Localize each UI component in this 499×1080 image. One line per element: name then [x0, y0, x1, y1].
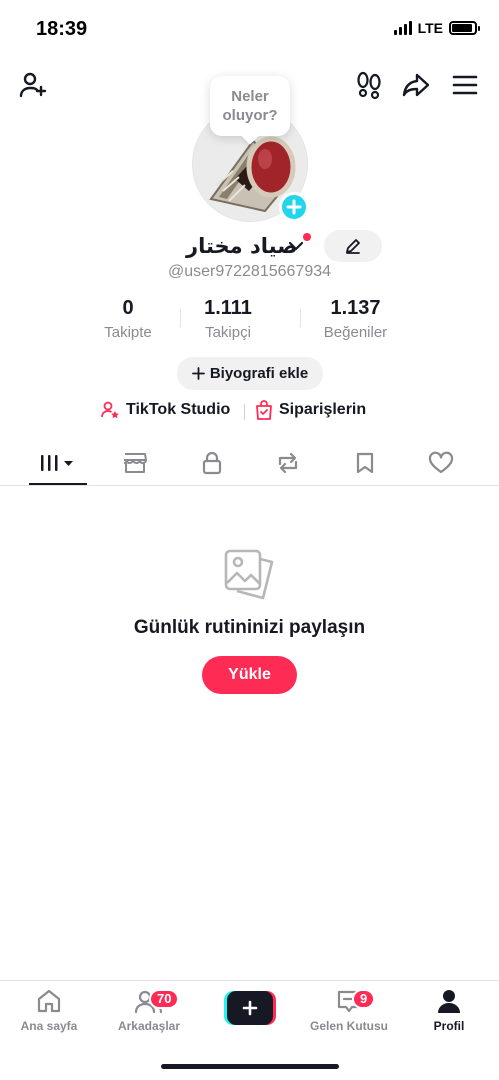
- stat-divider: [300, 309, 301, 327]
- pencil-icon: [346, 239, 360, 254]
- stat-value: 0: [122, 297, 134, 319]
- stat-value: 1.111: [204, 297, 252, 319]
- stat-label: Takipçi: [205, 324, 251, 341]
- status-indicators: LTE: [393, 20, 480, 36]
- add-story-button[interactable]: [279, 192, 309, 222]
- stat-following[interactable]: 0 Takipte: [88, 297, 168, 343]
- edit-profile-button[interactable]: [324, 230, 382, 262]
- nav-profile[interactable]: Profil: [404, 987, 494, 1033]
- tab-videos[interactable]: [29, 440, 87, 486]
- stat-value: 1.137: [330, 297, 381, 319]
- home-indicator: [161, 1064, 339, 1069]
- stat-divider: [180, 309, 181, 327]
- username: @user9722815667934: [167, 263, 332, 280]
- home-icon: [37, 989, 61, 1013]
- stat-followers[interactable]: 1.111 Takipçi: [168, 297, 288, 343]
- orders-label: Siparişlerin: [279, 401, 367, 418]
- chevron-down-icon[interactable]: [288, 240, 304, 252]
- profile-icon: [438, 990, 460, 1013]
- photos-icon: [224, 549, 274, 600]
- tab-reposts[interactable]: [268, 440, 308, 486]
- active-tab-indicator: [29, 483, 87, 485]
- friends-badge: 70: [149, 989, 180, 1009]
- name-row: صياد مختار: [0, 232, 499, 262]
- tab-shop[interactable]: [115, 440, 155, 486]
- profile-links: TikTok Studio Siparişlerin: [0, 400, 499, 424]
- nav-inbox-label: Gelen Kutusu: [309, 1019, 388, 1033]
- tab-private[interactable]: [192, 440, 232, 486]
- stat-label: Takipte: [104, 324, 152, 341]
- plus-icon: [242, 1000, 258, 1016]
- content-tabs: [0, 440, 499, 486]
- signal-icon: [393, 21, 412, 35]
- notification-dot: [303, 233, 311, 241]
- stat-likes[interactable]: 1.137 Beğeniler: [288, 297, 423, 343]
- add-bio-label: Biyografi ekle: [209, 365, 309, 382]
- videos-grid-icon: [41, 455, 73, 471]
- add-friend-icon[interactable]: [16, 68, 50, 102]
- battery-icon: [449, 21, 480, 35]
- create-button[interactable]: [224, 991, 276, 1025]
- inbox-badge: 9: [352, 989, 376, 1009]
- share-icon[interactable]: [399, 68, 433, 102]
- upload-button[interactable]: Yükle: [202, 656, 297, 694]
- repost-icon: [278, 452, 298, 474]
- shopping-bag-icon: [256, 400, 272, 420]
- nav-profile-label: Profil: [433, 1019, 465, 1033]
- nav-inbox[interactable]: Gelen Kutusu 9: [304, 987, 394, 1033]
- create-button-face: [227, 991, 273, 1025]
- tiktok-studio-link[interactable]: TikTok Studio: [100, 400, 230, 420]
- lock-icon: [202, 451, 222, 475]
- shop-icon: [123, 453, 147, 473]
- nav-friends[interactable]: Arkadaşlar 70: [104, 987, 194, 1033]
- footprints-icon[interactable]: [352, 68, 386, 102]
- status-bar: 18:39 LTE: [0, 0, 499, 60]
- nav-home[interactable]: Ana sayfa: [4, 987, 94, 1033]
- tab-saved[interactable]: [345, 440, 385, 486]
- empty-state-title: Günlük rutininizi paylaşın: [133, 617, 366, 638]
- links-divider: [244, 404, 245, 420]
- nav-home-label: Ana sayfa: [20, 1019, 78, 1033]
- plus-icon: [191, 367, 205, 380]
- story-bubble[interactable]: Neler oluyor?: [210, 76, 290, 136]
- stat-label: Beğeniler: [323, 324, 388, 341]
- studio-icon: [101, 401, 119, 419]
- nav-friends-label: Arkadaşlar: [117, 1019, 181, 1033]
- profile-stats: 0 Takipte 1.111 Takipçi 1.137 Beğeniler: [88, 297, 423, 343]
- network-type: LTE: [417, 20, 443, 36]
- bookmark-icon: [356, 452, 374, 474]
- menu-icon[interactable]: [448, 68, 482, 102]
- tab-liked[interactable]: [421, 440, 461, 486]
- display-name[interactable]: صياد مختار: [186, 234, 298, 258]
- studio-label: TikTok Studio: [126, 401, 231, 418]
- add-bio-button[interactable]: Biyografi ekle: [177, 357, 323, 390]
- orders-link[interactable]: Siparişlerin: [255, 400, 366, 420]
- status-time: 18:39: [36, 18, 88, 40]
- heart-icon: [428, 451, 454, 474]
